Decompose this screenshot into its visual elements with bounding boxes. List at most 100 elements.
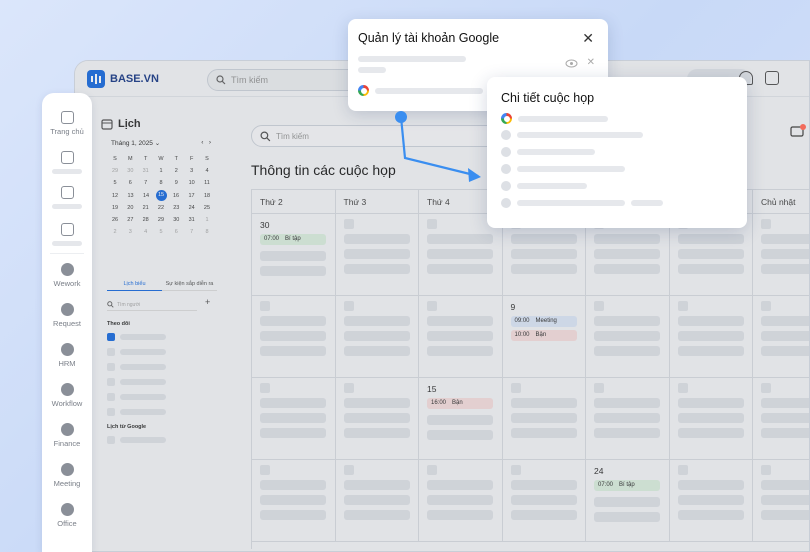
mini-calendar-day[interactable]: 2 — [109, 229, 121, 235]
close-icon[interactable]: ✕ — [582, 31, 594, 45]
nav-item-wework[interactable]: Wework — [42, 263, 92, 288]
calendar-cell[interactable] — [335, 214, 419, 296]
calendar-cell[interactable] — [502, 378, 586, 460]
mini-calendar-day[interactable]: 4 — [201, 168, 213, 174]
nav-item-workflow[interactable]: Workflow — [42, 383, 92, 408]
follow-item[interactable] — [107, 348, 166, 356]
nav-item-trang-chủ[interactable]: Trang chủ — [42, 111, 92, 136]
calendar-cell[interactable] — [586, 378, 670, 460]
mini-calendar-day[interactable]: 29 — [109, 168, 121, 174]
mini-calendar-day[interactable]: 5 — [155, 229, 167, 235]
event-chip[interactable]: 09:00 Meeting — [510, 316, 577, 327]
mini-calendar-day[interactable]: 31 — [186, 217, 198, 223]
calendar-cell[interactable]: 15 16:00 Bận — [419, 378, 503, 460]
eye-icon[interactable] — [565, 59, 578, 68]
follow-item[interactable] — [107, 333, 166, 341]
calendar-cell[interactable] — [502, 460, 586, 542]
calendar-cell[interactable]: 9 09:00 Meeting 10:00 Bận — [502, 296, 586, 378]
mini-calendar-day[interactable]: 23 — [170, 205, 182, 211]
calendar-cell[interactable] — [669, 460, 753, 542]
remove-icon[interactable]: ✕ — [587, 57, 595, 68]
nav-item-meeting[interactable]: Meeting — [42, 463, 92, 488]
calendar-cell[interactable] — [669, 378, 753, 460]
chevron-left-icon[interactable]: ‹ — [201, 139, 203, 146]
mini-calendar-day[interactable]: 17 — [186, 193, 198, 199]
checkbox[interactable] — [107, 348, 115, 356]
calendar-cell[interactable] — [252, 296, 336, 378]
calendar-cell[interactable] — [252, 460, 336, 542]
calendar-cell[interactable] — [753, 214, 809, 296]
mini-calendar-day[interactable]: 8 — [201, 229, 213, 235]
inbox-icon[interactable] — [790, 124, 806, 143]
mini-calendar-day[interactable]: 11 — [201, 180, 213, 186]
follow-item[interactable] — [107, 363, 166, 371]
mini-calendar-day[interactable]: 5 — [109, 180, 121, 186]
tab-upcoming-events[interactable]: Sự kiện sắp diễn ra — [162, 281, 217, 291]
checkbox-checked[interactable] — [107, 333, 115, 341]
calendar-cell[interactable] — [335, 296, 419, 378]
mini-calendar-day[interactable]: 19 — [109, 205, 121, 211]
mini-calendar-day[interactable]: 1 — [155, 168, 167, 174]
mini-calendar-day[interactable]: 25 — [201, 205, 213, 211]
calendar-cell[interactable]: 30 07:00 Bí tập — [252, 214, 336, 296]
mini-calendar-day[interactable]: 16 — [170, 193, 182, 199]
mini-calendar-day[interactable]: 31 — [140, 168, 152, 174]
mini-calendar-day[interactable]: 7 — [140, 180, 152, 186]
calendar-cell[interactable] — [419, 460, 503, 542]
clipboard-icon[interactable] — [765, 71, 779, 85]
chevron-right-icon[interactable]: › — [209, 139, 211, 146]
checkbox[interactable] — [107, 436, 115, 444]
follow-item[interactable] — [107, 378, 166, 386]
nav-item-office[interactable]: Office — [42, 503, 92, 528]
follow-item[interactable] — [107, 408, 166, 416]
calendar-cell[interactable] — [753, 378, 809, 460]
add-icon[interactable]: + — [205, 297, 210, 307]
nav-item-finance[interactable]: Finance — [42, 423, 92, 448]
checkbox[interactable] — [107, 378, 115, 386]
checkbox[interactable] — [107, 363, 115, 371]
mini-calendar-day[interactable]: 13 — [125, 193, 137, 199]
mini-calendar-day[interactable]: 20 — [124, 205, 136, 211]
checkbox[interactable] — [107, 408, 115, 416]
mini-calendar-day[interactable]: 22 — [155, 205, 167, 211]
mini-calendar-day[interactable]: 3 — [186, 168, 198, 174]
follow-item[interactable] — [107, 393, 166, 401]
calendar-cell[interactable] — [335, 460, 419, 542]
mini-calendar-day[interactable]: 30 — [170, 217, 182, 223]
mini-calendar-day[interactable]: 6 — [124, 180, 136, 186]
brand[interactable]: BASE.VN — [87, 70, 159, 88]
event-chip[interactable]: 10:00 Bận — [510, 330, 577, 341]
people-search-input[interactable]: Tìm người — [107, 299, 197, 311]
nav-item-blank-3[interactable] — [42, 223, 92, 246]
mini-calendar-day[interactable]: 2 — [170, 168, 182, 174]
mini-calendar-day[interactable]: 12 — [109, 193, 121, 199]
tab-schedule[interactable]: Lịch biểu — [107, 281, 162, 291]
mini-calendar-day[interactable]: 27 — [124, 217, 136, 223]
mini-calendar-day[interactable]: 29 — [155, 217, 167, 223]
mini-calendar-day[interactable]: 8 — [155, 180, 167, 186]
event-chip[interactable]: 07:00 Bí tập — [260, 234, 326, 245]
mini-calendar-day[interactable]: 26 — [109, 217, 121, 223]
calendar-cell[interactable]: 24 07:00 Bí tập — [586, 460, 670, 542]
mini-calendar-day[interactable]: 30 — [124, 168, 136, 174]
mini-calendar-day[interactable]: 14 — [140, 193, 152, 199]
mini-calendar-day[interactable]: 1 — [201, 217, 213, 223]
google-calendar-item[interactable] — [107, 436, 166, 444]
calendar-cell[interactable] — [252, 378, 336, 460]
calendar-cell[interactable] — [753, 296, 809, 378]
calendar-cell[interactable] — [586, 296, 670, 378]
mini-calendar-day[interactable]: 3 — [124, 229, 136, 235]
meeting-search-input[interactable]: Tìm kiếm — [251, 125, 511, 147]
checkbox[interactable] — [107, 393, 115, 401]
mini-calendar-day[interactable]: 9 — [170, 180, 182, 186]
nav-item-request[interactable]: Request — [42, 303, 92, 328]
mini-calendar-day[interactable]: 18 — [201, 193, 213, 199]
calendar-cell[interactable] — [335, 378, 419, 460]
calendar-cell[interactable] — [753, 460, 809, 542]
nav-item-hrm[interactable]: HRM — [42, 343, 92, 368]
month-selector[interactable]: Tháng 1, 2025 ⌄ — [111, 139, 160, 147]
mini-calendar-day[interactable]: 24 — [186, 205, 198, 211]
calendar-cell[interactable] — [669, 296, 753, 378]
nav-item-blank-2[interactable] — [42, 186, 92, 209]
nav-item-blank-1[interactable] — [42, 151, 92, 174]
